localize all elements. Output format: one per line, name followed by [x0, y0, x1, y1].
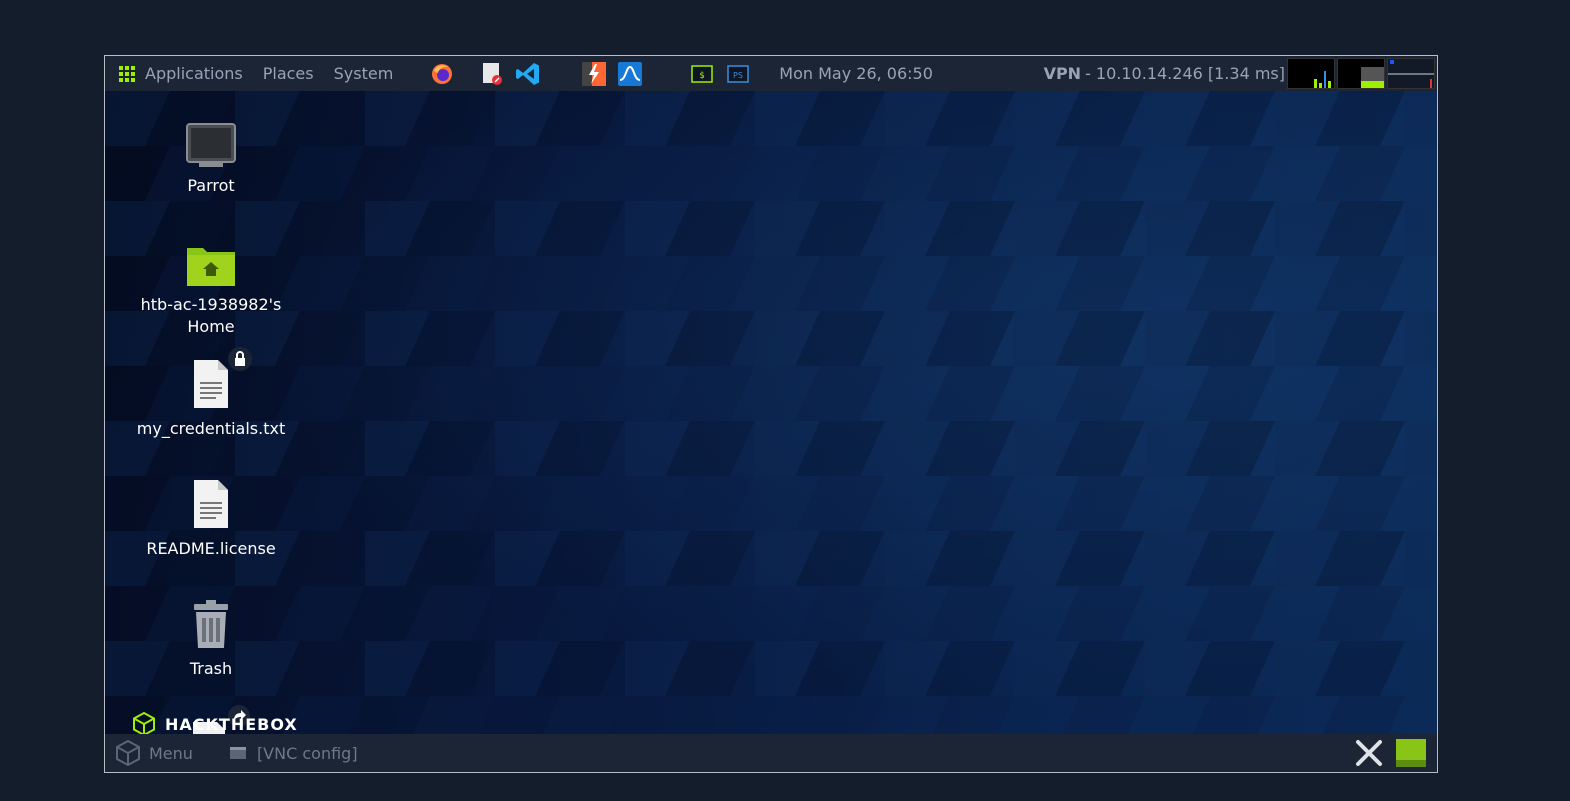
desktop-icon-label: Trash — [189, 659, 233, 678]
svg-text:$: $ — [700, 71, 705, 81]
vpn-status: VPN - 10.10.14.246 [1.34 ms] — [1044, 56, 1285, 91]
computer-icon — [186, 123, 236, 167]
text-file-icon — [194, 480, 228, 528]
window-icon — [229, 747, 246, 759]
trash-icon — [194, 600, 228, 648]
cube-icon — [116, 739, 140, 767]
powershell-icon[interactable]: PS — [725, 61, 751, 87]
lock-icon — [227, 346, 253, 378]
bottom-panel: Menu [VNC config] — [105, 734, 1437, 772]
vpn-label: VPN — [1043, 64, 1082, 83]
burpsuite-icon[interactable] — [581, 61, 607, 87]
menu-button[interactable]: Menu — [115, 739, 193, 767]
text-editor-icon[interactable] — [479, 61, 505, 87]
memory-monitor[interactable] — [1337, 58, 1385, 89]
home-folder-icon — [187, 248, 235, 286]
desktop-icon-label: my_credentials.txt — [136, 419, 286, 438]
system-menu[interactable]: System — [334, 64, 394, 83]
firefox-icon[interactable] — [429, 61, 455, 87]
desktop-icon-label: htb-ac-1938982's Home — [140, 295, 282, 336]
desktop-icon-parrot[interactable]: Parrot — [125, 121, 297, 197]
vpn-info: - 10.10.14.246 [1.34 ms] — [1085, 64, 1285, 83]
desktop-icon-credentials[interactable]: my_credentials.txt — [125, 346, 297, 440]
desktop-icon-label: README.license — [146, 539, 276, 558]
taskbar-window-vnc-config[interactable]: [VNC config] — [229, 744, 358, 763]
close-icon[interactable] — [1353, 738, 1385, 772]
desktop-icon-readme[interactable]: README.license — [125, 478, 297, 560]
applications-menu[interactable]: Applications — [145, 64, 243, 83]
show-desktop-icon[interactable] — [1395, 738, 1427, 772]
apps-grid-icon[interactable] — [119, 65, 135, 82]
top-panel: Applications Places System $ PS Mon May … — [105, 56, 1437, 91]
desktop-icon-label: Parrot — [187, 176, 235, 195]
desktop-icon-trash[interactable]: Trash — [125, 598, 297, 680]
clock[interactable]: Mon May 26, 06:50 — [779, 64, 933, 83]
logo-text: HACKTHEBOX — [165, 714, 298, 734]
wallpaper-pattern — [105, 91, 1437, 736]
vscode-icon[interactable] — [515, 61, 541, 87]
terminal-icon[interactable]: $ — [689, 61, 715, 87]
menu-label: Menu — [149, 743, 193, 763]
cpu-monitor[interactable] — [1287, 58, 1335, 89]
vnc-desktop: Applications Places System $ PS Mon May … — [104, 55, 1438, 773]
taskbar-window-label: [VNC config] — [256, 743, 358, 763]
wireshark-icon[interactable] — [617, 61, 643, 87]
desktop-icon-home[interactable]: htb-ac-1938982's Home — [125, 242, 297, 338]
places-menu[interactable]: Places — [263, 64, 314, 83]
svg-text:PS: PS — [733, 71, 743, 80]
network-monitor[interactable] — [1387, 58, 1435, 89]
